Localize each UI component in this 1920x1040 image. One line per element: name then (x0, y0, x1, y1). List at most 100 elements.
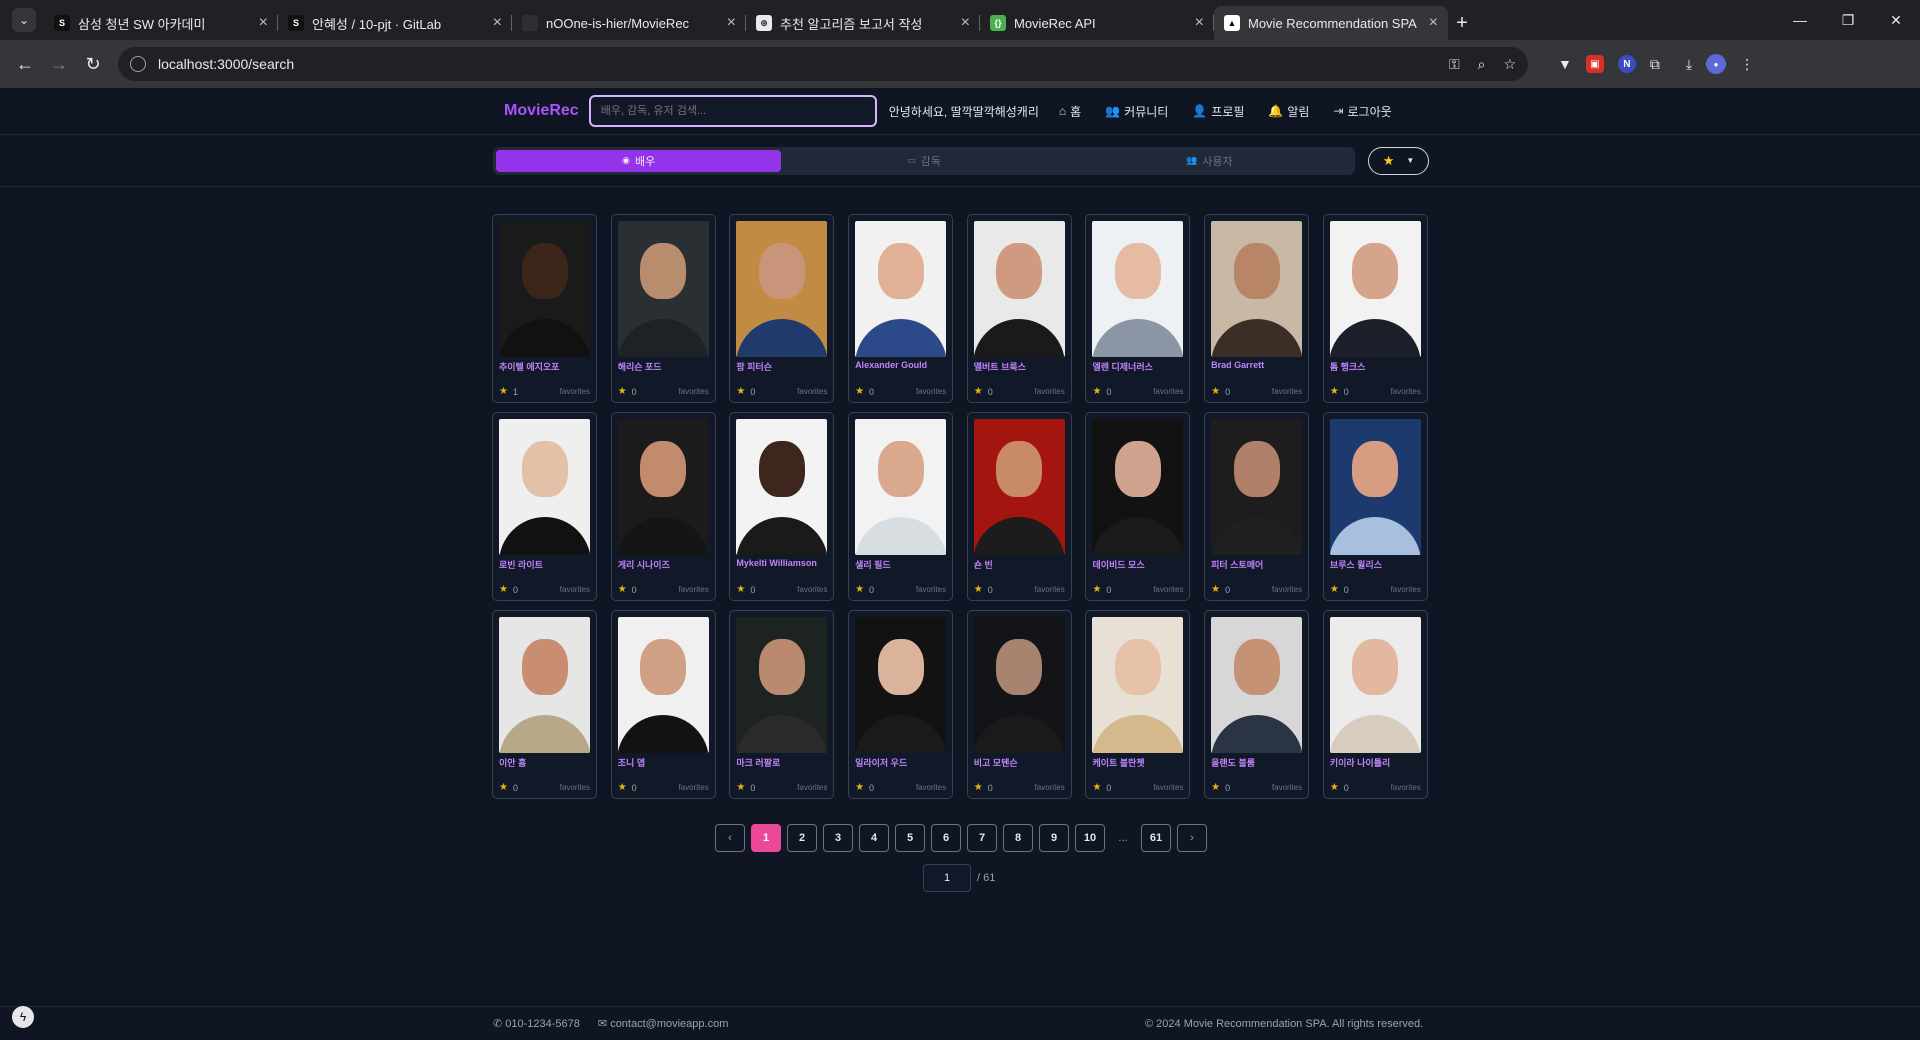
page-button[interactable]: 4 (859, 824, 889, 852)
person-card[interactable]: 숀 빈 ★ 0 favorites (966, 412, 1072, 601)
back-icon[interactable]: ← (8, 47, 42, 81)
person-photo[interactable] (499, 221, 590, 357)
person-photo[interactable] (736, 221, 828, 357)
nav-link-2[interactable]: 👤 프로필 (1192, 103, 1244, 120)
person-name[interactable]: 마크 러팔로 (736, 756, 827, 769)
person-card[interactable]: Alexander Gould ★ 0 favorites (848, 214, 954, 403)
person-photo[interactable] (855, 617, 947, 753)
person-photo[interactable] (855, 419, 947, 555)
person-name[interactable]: 키이라 나이틀리 (1330, 756, 1421, 769)
person-card[interactable]: 일라이저 우드 ★ 0 favorites (848, 610, 954, 799)
page-button[interactable]: 8 (1003, 824, 1033, 852)
person-name[interactable]: 엘렌 디제너러스 (1092, 360, 1183, 373)
person-name[interactable]: Mykelti Williamson (736, 558, 827, 568)
star-icon[interactable]: ★ (1092, 782, 1101, 793)
key-icon[interactable]: ⚿ (1449, 56, 1460, 73)
tab-close-icon[interactable]: × (961, 14, 970, 32)
person-name[interactable]: 톰 행크스 (1330, 360, 1421, 373)
site-info-icon[interactable] (130, 56, 146, 72)
person-photo[interactable] (1092, 617, 1184, 753)
person-card[interactable]: 엘렌 디제너러스 ★ 0 favorites (1085, 214, 1191, 403)
star-icon[interactable]: ★ (1092, 386, 1101, 397)
person-photo[interactable] (617, 221, 709, 357)
page-button[interactable]: 6 (931, 824, 961, 852)
person-photo[interactable] (973, 419, 1065, 555)
person-card[interactable]: 브루스 윌리스 ★ 0 favorites (1322, 412, 1428, 601)
nextjs-devtools-icon[interactable]: ϟ (12, 1006, 34, 1028)
star-icon[interactable]: ★ (855, 782, 864, 793)
person-name[interactable]: 데이비드 모스 (1092, 558, 1183, 571)
extension-v-icon[interactable]: ▼ (1558, 56, 1572, 72)
person-card[interactable]: 케이트 블란쳇 ★ 0 favorites (1085, 610, 1191, 799)
person-name[interactable]: 조니 뎁 (618, 756, 709, 769)
person-card[interactable]: 앨버트 브룩스 ★ 0 favorites (966, 214, 1072, 403)
person-name[interactable]: 브루스 윌리스 (1330, 558, 1421, 571)
person-photo[interactable] (973, 617, 1065, 753)
star-icon[interactable]: ★ (1211, 782, 1220, 793)
page-button[interactable]: 3 (823, 824, 853, 852)
person-card[interactable]: 조니 뎁 ★ 0 favorites (610, 610, 716, 799)
tab-2[interactable]: 👥 사용자 (1067, 150, 1352, 172)
person-photo[interactable] (617, 419, 709, 555)
new-tab-button[interactable]: + (1448, 6, 1476, 40)
next-page-button[interactable]: › (1177, 824, 1207, 852)
person-photo[interactable] (1092, 419, 1184, 555)
star-icon[interactable]: ★ (618, 386, 627, 397)
person-card[interactable]: 샐리 필드 ★ 0 favorites (848, 412, 954, 601)
person-card[interactable]: 피터 스토메어 ★ 0 favorites (1204, 412, 1310, 601)
star-icon[interactable]: ★ (855, 386, 864, 397)
forward-icon[interactable]: → (42, 47, 76, 81)
person-card[interactable]: 데이비드 모스 ★ 0 favorites (1085, 412, 1191, 601)
profile-avatar[interactable]: ● (1706, 54, 1727, 74)
person-photo[interactable] (617, 617, 709, 753)
star-icon[interactable]: ★ (736, 386, 745, 397)
url-text[interactable]: localhost:3000/search (158, 56, 1449, 72)
person-photo[interactable] (1329, 221, 1421, 357)
star-icon[interactable]: ★ (1330, 782, 1339, 793)
extension-red-icon[interactable]: ▣ (1585, 55, 1604, 73)
person-card[interactable]: 게리 시나이즈 ★ 0 favorites (610, 412, 716, 601)
favorites-filter-dropdown[interactable]: ★ ▼ (1368, 146, 1429, 175)
person-photo[interactable] (973, 221, 1065, 357)
person-name[interactable]: 로빈 라이트 (499, 558, 590, 571)
person-name[interactable]: 비고 모텐슨 (974, 756, 1065, 769)
star-icon[interactable]: ★ (1211, 584, 1220, 595)
browser-menu-icon[interactable]: ⋮ (1740, 56, 1754, 73)
page-button[interactable]: 2 (787, 824, 817, 852)
zoom-icon[interactable]: ⌕ (1478, 56, 1486, 73)
star-icon[interactable]: ★ (736, 584, 745, 595)
person-photo[interactable] (1211, 419, 1303, 555)
person-name[interactable]: 게리 시나이즈 (618, 558, 709, 571)
brand-logo[interactable]: MovieRec (504, 102, 579, 120)
person-name[interactable]: 올랜도 블룸 (1211, 756, 1302, 769)
star-icon[interactable]: ★ (1330, 386, 1339, 397)
browser-tab[interactable]: ⊕ 추천 알고리즘 보고서 작성 × (746, 6, 980, 40)
nav-link-4[interactable]: ⇥ 로그아웃 (1333, 103, 1391, 120)
person-name[interactable]: Brad Garrett (1211, 360, 1302, 370)
person-card[interactable]: 톰 행크스 ★ 0 favorites (1322, 214, 1428, 403)
person-name[interactable]: 해리슨 포드 (618, 360, 709, 373)
person-name[interactable]: 팜 피터슨 (736, 360, 827, 373)
person-name[interactable]: Alexander Gould (855, 360, 946, 370)
nav-link-3[interactable]: 🔔 알림 (1268, 103, 1309, 120)
person-name[interactable]: 앨버트 브룩스 (974, 360, 1065, 373)
star-icon[interactable]: ★ (618, 782, 627, 793)
tab-close-icon[interactable]: × (259, 14, 268, 32)
page-button[interactable]: 5 (895, 824, 925, 852)
person-name[interactable]: 피터 스토메어 (1211, 558, 1302, 571)
close-window-icon[interactable]: ✕ (1872, 0, 1920, 40)
star-icon[interactable]: ★ (618, 584, 627, 595)
browser-tab[interactable]: nOOne-is-hier/MovieRec × (512, 6, 746, 40)
nav-link-0[interactable]: ⌂ 홈 (1059, 103, 1081, 120)
last-page-button[interactable]: 61 (1141, 824, 1171, 852)
star-icon[interactable]: ★ (974, 782, 983, 793)
person-card[interactable]: Mykelti Williamson ★ 0 favorites (729, 412, 835, 601)
star-icon[interactable]: ★ (1330, 584, 1339, 595)
search-input[interactable] (588, 95, 877, 127)
person-photo[interactable] (1092, 221, 1184, 357)
star-icon[interactable]: ★ (974, 386, 983, 397)
person-card[interactable]: 키이라 나이틀리 ★ 0 favorites (1322, 610, 1428, 799)
tab-close-icon[interactable]: × (1429, 14, 1438, 32)
email-text[interactable]: contact@movieapp.com (610, 1018, 728, 1030)
person-photo[interactable] (1329, 419, 1421, 555)
